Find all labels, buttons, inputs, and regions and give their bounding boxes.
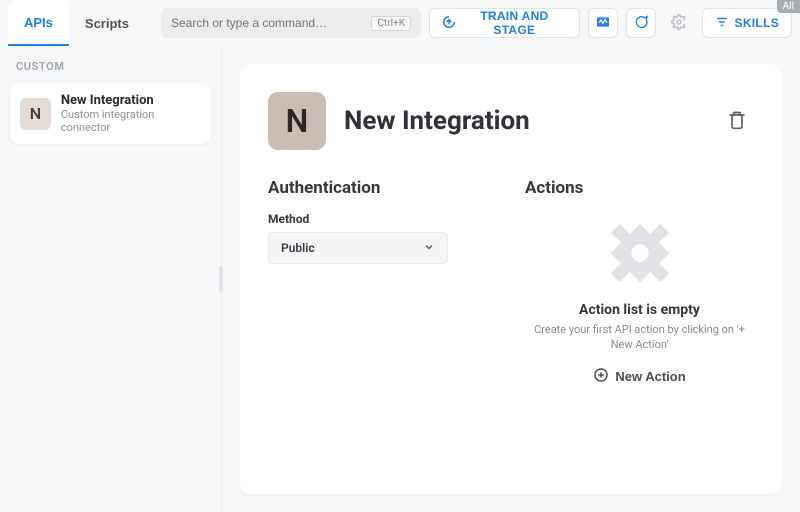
sidebar-item-subtitle: Custom integration connector — [61, 108, 201, 134]
sidebar-resize-handle[interactable] — [219, 266, 223, 292]
main: N New Integration Authentication Method … — [222, 46, 800, 512]
sidebar-section-label: CUSTOM — [10, 60, 211, 73]
chat-icon — [633, 14, 649, 33]
delete-button[interactable] — [720, 104, 754, 138]
method-select-value: Public — [281, 241, 315, 255]
actions-empty-state: Action list is empty Create your first A… — [525, 212, 754, 387]
search-shortcut: Ctrl+K — [371, 16, 411, 31]
plus-circle-icon — [593, 367, 609, 386]
actions-column: Actions Action list is empty Create your… — [525, 178, 754, 387]
search-input[interactable] — [171, 16, 371, 30]
skills-label: SKILLS — [735, 16, 779, 30]
trash-icon — [727, 110, 747, 133]
integration-avatar: N — [20, 98, 51, 130]
actions-heading: Actions — [525, 178, 754, 198]
filter-icon — [715, 15, 729, 32]
gear-icon — [671, 14, 687, 33]
chevron-down-icon — [423, 241, 435, 256]
authentication-column: Authentication Method Public — [268, 178, 497, 387]
method-label: Method — [268, 212, 497, 226]
sidebar: CUSTOM N New Integration Custom integrat… — [0, 46, 222, 512]
panel-title: New Integration — [344, 106, 702, 136]
tab-apis[interactable]: APIs — [8, 0, 69, 46]
panel-avatar: N — [268, 92, 326, 150]
train-and-stage-label: TRAIN AND STAGE — [462, 9, 567, 37]
chat-icon-button[interactable] — [626, 8, 656, 38]
deploy-icon — [442, 15, 456, 32]
empty-desc: Create your first API action by clicking… — [525, 322, 754, 353]
integration-panel: N New Integration Authentication Method … — [240, 64, 782, 494]
badge-all: All — [777, 0, 800, 13]
topbar: APIs Scripts Ctrl+K TRAIN AND STAGE SKIL… — [0, 0, 800, 46]
top-tabs: APIs Scripts — [8, 0, 145, 46]
new-action-label: New Action — [615, 369, 685, 384]
train-and-stage-button[interactable]: TRAIN AND STAGE — [429, 8, 580, 38]
sidebar-item-meta: New Integration Custom integration conne… — [61, 93, 201, 134]
command-search[interactable]: Ctrl+K — [161, 8, 421, 38]
empty-title: Action list is empty — [525, 302, 754, 318]
waveform-icon-button[interactable] — [588, 8, 618, 38]
panel-header: N New Integration — [268, 92, 754, 150]
authentication-heading: Authentication — [268, 178, 497, 198]
panel-columns: Authentication Method Public Actions — [268, 178, 754, 387]
sidebar-item-integration[interactable]: N New Integration Custom integration con… — [10, 83, 211, 144]
settings-icon-button[interactable] — [664, 8, 694, 38]
sidebar-item-title: New Integration — [61, 93, 201, 108]
empty-icon — [525, 218, 754, 292]
tab-scripts[interactable]: Scripts — [69, 0, 145, 46]
waveform-icon — [595, 14, 611, 33]
method-select[interactable]: Public — [268, 232, 448, 264]
layout: CUSTOM N New Integration Custom integrat… — [0, 46, 800, 512]
new-action-button[interactable]: New Action — [593, 367, 685, 386]
